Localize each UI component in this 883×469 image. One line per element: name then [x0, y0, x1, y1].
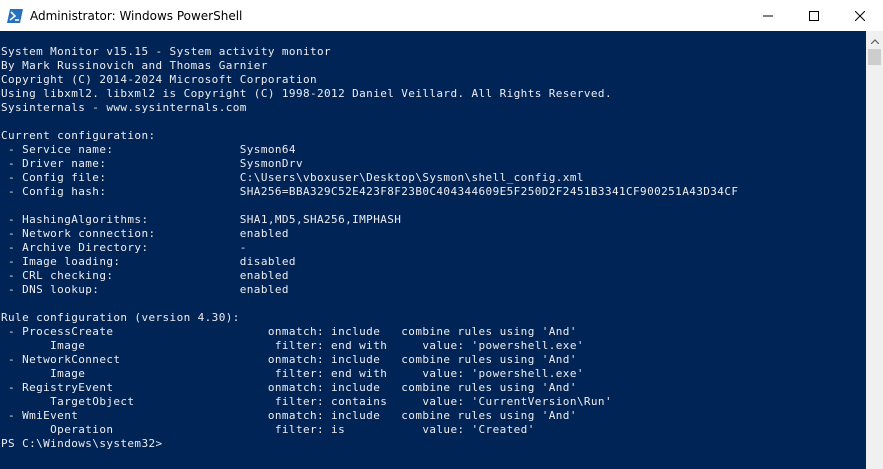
console-line: Rule configuration (version 4.30): — [1, 311, 240, 324]
console-line: - Image loading: disabled — [1, 255, 296, 268]
powershell-icon[interactable] — [7, 8, 23, 24]
console-line: - WmiEvent onmatch: include combine rule… — [1, 409, 577, 422]
console-line: - DNS lookup: enabled — [1, 283, 289, 296]
scroll-thumb[interactable] — [868, 49, 881, 65]
vertical-scrollbar[interactable] — [866, 31, 883, 469]
window-title: Administrator: Windows PowerShell — [30, 8, 243, 23]
chevron-up-icon — [870, 31, 879, 49]
console-text[interactable]: System Monitor v15.15 - System activity … — [0, 31, 868, 451]
console-output[interactable]: System Monitor v15.15 - System activity … — [0, 31, 868, 469]
console-line: Copyright (C) 2014-2024 Microsoft Corpor… — [1, 73, 318, 86]
console-line: Image filter: end with value: 'powershel… — [1, 367, 584, 380]
maximize-icon — [809, 10, 819, 21]
console-line: - Service name: Sysmon64 — [1, 143, 296, 156]
console-line: - HashingAlgorithms: SHA1,MD5,SHA256,IMP… — [1, 213, 402, 226]
console-line: - ProcessCreate onmatch: include combine… — [1, 325, 577, 338]
console-line: System Monitor v15.15 - System activity … — [1, 45, 332, 58]
console-line: PS C:\Windows\system32> — [1, 437, 163, 450]
console-line: - Config hash: SHA256=BBA329C52E423F8F23… — [1, 185, 739, 198]
console-line: - Driver name: SysmonDrv — [1, 157, 303, 170]
minimize-button[interactable] — [745, 0, 791, 31]
console-line: - RegistryEvent onmatch: include combine… — [1, 381, 577, 394]
console-line: Using libxml2. libxml2 is Copyright (C) … — [1, 87, 612, 100]
console-line: - Config file: C:\Users\vboxuser\Desktop… — [1, 171, 584, 184]
console-line: - Network connection: enabled — [1, 227, 289, 240]
title-bar[interactable]: Administrator: Windows PowerShell — [0, 0, 883, 31]
close-button[interactable] — [837, 0, 883, 31]
close-icon — [855, 10, 865, 21]
console-line: By Mark Russinovich and Thomas Garnier — [1, 59, 268, 72]
console-line: - NetworkConnect onmatch: include combin… — [1, 353, 577, 366]
powershell-window: Administrator: Windows PowerShell System… — [0, 0, 883, 469]
console-line: Sysinternals - www.sysinternals.com — [1, 101, 247, 114]
console-line: - CRL checking: enabled — [1, 269, 289, 282]
console-line: - Archive Directory: - — [1, 241, 247, 254]
minimize-icon — [763, 11, 773, 21]
scroll-up-button[interactable] — [866, 31, 883, 48]
console-line: Current configuration: — [1, 129, 156, 142]
maximize-button[interactable] — [791, 0, 837, 31]
console-line: TargetObject filter: contains value: 'Cu… — [1, 395, 612, 408]
console-line: Image filter: end with value: 'powershel… — [1, 339, 584, 352]
console-line: Operation filter: is value: 'Created' — [1, 423, 535, 436]
